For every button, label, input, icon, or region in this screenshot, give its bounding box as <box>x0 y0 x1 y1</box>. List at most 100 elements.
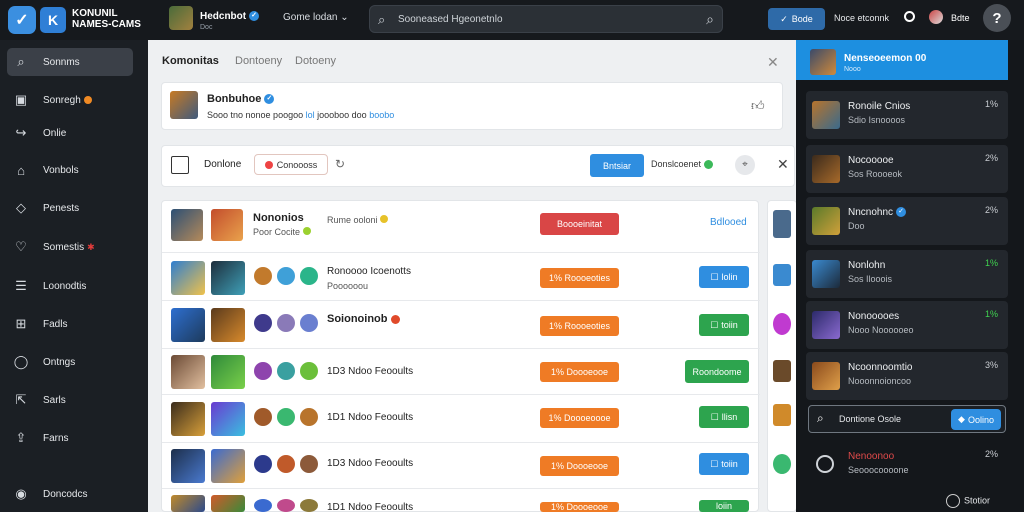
row-action-button[interactable]: 1% Doooeooe <box>540 456 619 476</box>
row-right-link[interactable]: Bdlooed <box>710 217 747 228</box>
panel-card[interactable]: Nncnohnc ✓ Doo 2% <box>806 197 1008 245</box>
mini-avatar[interactable] <box>277 267 295 285</box>
post-link[interactable]: lol <box>306 110 315 120</box>
panel-bottom-card[interactable]: Nenoonoo Seooocoooone 2% <box>806 441 1008 489</box>
sidebar-item-11[interactable]: ◉ Doncodcs <box>7 480 133 508</box>
row-title[interactable]: Ronoooo Icoenotts <box>327 266 411 277</box>
sidebar-item-9[interactable]: ⇱ Sarls <box>7 386 133 414</box>
mini-avatar[interactable] <box>277 362 295 380</box>
row-right-button[interactable]: ☐ lolin <box>699 266 749 288</box>
sidebar-item-2[interactable]: ↪ Onlie <box>7 119 133 147</box>
mini-avatar[interactable] <box>254 499 272 512</box>
sidebar-item-10[interactable]: ⇪ Farns <box>7 424 133 452</box>
panel-card[interactable]: Ronoile Cnios Sdio Isnoooos 1% <box>806 91 1008 139</box>
row-title[interactable]: Soionoinob <box>327 313 400 325</box>
sidebar-item-8[interactable]: ◯ Ontngs <box>7 348 133 376</box>
row-action-button[interactable]: Boooeinitat <box>540 213 619 235</box>
post-tag[interactable]: boobo <box>369 110 394 120</box>
strip-thumb[interactable] <box>773 210 791 238</box>
mini-avatar[interactable] <box>254 267 272 285</box>
search-bar[interactable]: ⌕ ⌕ <box>369 5 723 33</box>
mini-avatar[interactable] <box>277 314 295 332</box>
row-right-button[interactable]: loiin <box>699 500 749 512</box>
strip-thumb[interactable] <box>773 264 791 286</box>
row-right-button[interactable]: Roondoome <box>685 360 749 383</box>
row-thumb[interactable] <box>171 209 203 241</box>
filter-primary-button[interactable]: Bntsiar <box>590 154 644 177</box>
mini-avatar[interactable] <box>254 314 272 332</box>
panel-avatar[interactable] <box>810 49 836 75</box>
sidebar-item-0[interactable]: ⌕ Sonnms <box>7 48 133 76</box>
row-thumb[interactable] <box>211 449 245 483</box>
row-thumb[interactable] <box>211 308 245 342</box>
row-right-button[interactable]: ☐ llisn <box>699 406 749 428</box>
panel-card[interactable]: Ncoonnoomtio Nooonnoioncoo 3% <box>806 352 1008 400</box>
mini-avatar[interactable] <box>277 499 295 512</box>
like-icon[interactable]: 👍︎ <box>751 98 765 114</box>
avatar[interactable] <box>169 6 193 30</box>
location-icon[interactable]: ⌖ <box>735 155 755 175</box>
row-action-button[interactable]: 1% Doooeooe <box>540 502 619 512</box>
sidebar-item-1[interactable]: ▣ Sonregh <box>7 86 133 114</box>
filter-badge[interactable]: Conoooss <box>254 154 328 175</box>
ring-icon[interactable] <box>904 11 915 22</box>
strip-thumb[interactable] <box>773 360 791 382</box>
sidebar-item-6[interactable]: ☰ Loonodtis <box>7 272 133 300</box>
mini-avatar[interactable] <box>254 408 272 426</box>
row-thumb[interactable] <box>171 495 205 512</box>
mini-avatar[interactable] <box>277 455 295 473</box>
sidebar-item-3[interactable]: ⌂ Vonbols <box>7 156 133 184</box>
help-button[interactable]: ? <box>983 4 1011 32</box>
strip-thumb[interactable] <box>773 404 791 426</box>
row-action-button[interactable]: 1% Roooeoties <box>540 316 619 336</box>
mini-avatar[interactable] <box>254 455 272 473</box>
row-thumb[interactable] <box>211 209 243 241</box>
row-title[interactable]: 1D3 Ndoo Feooults <box>327 366 413 377</box>
row-thumb[interactable] <box>171 449 205 483</box>
search-icon[interactable]: ⌕ <box>706 11 714 28</box>
close-icon[interactable]: ✕ <box>767 54 779 71</box>
row-right-button[interactable]: ☐ toiin <box>699 453 749 475</box>
primary-top-button[interactable]: ✓ Bode <box>768 8 825 30</box>
brand-logo-icon[interactable]: K <box>40 7 66 33</box>
mini-avatar[interactable] <box>254 362 272 380</box>
mini-avatar[interactable] <box>300 267 318 285</box>
panel-card[interactable]: Nonooooes Nooo Noooooeo 1% <box>806 301 1008 349</box>
panel-search-button[interactable]: ◆ Oolino <box>951 409 1001 430</box>
row-thumb[interactable] <box>171 261 205 295</box>
row-action-button[interactable]: 1% Roooeoties <box>540 268 619 288</box>
tab-dontoeny[interactable]: Dontoeny <box>235 55 282 67</box>
row-title[interactable]: 1D1 Ndoo Feooults <box>327 412 413 423</box>
mini-avatar[interactable] <box>300 499 318 512</box>
row-thumb[interactable] <box>211 495 245 512</box>
strip-thumb[interactable] <box>773 454 791 474</box>
tab-dotoeny[interactable]: Dotoeny <box>295 55 336 67</box>
mini-avatar[interactable] <box>277 408 295 426</box>
row-title[interactable]: 1D1 Ndoo Feooults <box>327 502 413 512</box>
mini-avatar[interactable] <box>300 314 318 332</box>
row-title[interactable]: Nononios <box>253 212 304 224</box>
row-action-button[interactable]: 1% Doooeoooe <box>540 408 619 428</box>
mini-avatar[interactable] <box>300 362 318 380</box>
game-dropdown[interactable]: Gome lodan ⌄ <box>283 12 349 23</box>
mini-avatar[interactable] <box>300 408 318 426</box>
row-title[interactable]: 1D3 Ndoo Feooults <box>327 458 413 469</box>
row-thumb[interactable] <box>211 261 245 295</box>
panel-icon[interactable] <box>171 156 189 174</box>
panel-card[interactable]: Nonlohn Sos Ilooois 1% <box>806 250 1008 298</box>
search-input[interactable] <box>398 10 688 28</box>
panel-footer[interactable]: Stotior <box>946 494 990 508</box>
panel-search[interactable]: ⌕ Dontione Osole ◆ Oolino <box>808 405 1006 433</box>
sidebar-item-7[interactable]: ⊞ Fadls <box>7 310 133 338</box>
row-thumb[interactable] <box>211 355 245 389</box>
tab-komonitas[interactable]: Komonitas <box>162 55 219 67</box>
row-thumb[interactable] <box>171 402 205 436</box>
row-thumb[interactable] <box>211 402 245 436</box>
row-action-button[interactable]: 1% Doooeooe <box>540 362 619 382</box>
panel-card[interactable]: Nocooooe Sos Roooeok 2% <box>806 145 1008 193</box>
row-thumb[interactable] <box>171 355 205 389</box>
row-thumb[interactable] <box>171 308 205 342</box>
strip-thumb[interactable] <box>773 313 791 335</box>
app-logo-icon[interactable]: ✓ <box>8 6 36 34</box>
close-icon[interactable]: ✕ <box>777 156 789 173</box>
